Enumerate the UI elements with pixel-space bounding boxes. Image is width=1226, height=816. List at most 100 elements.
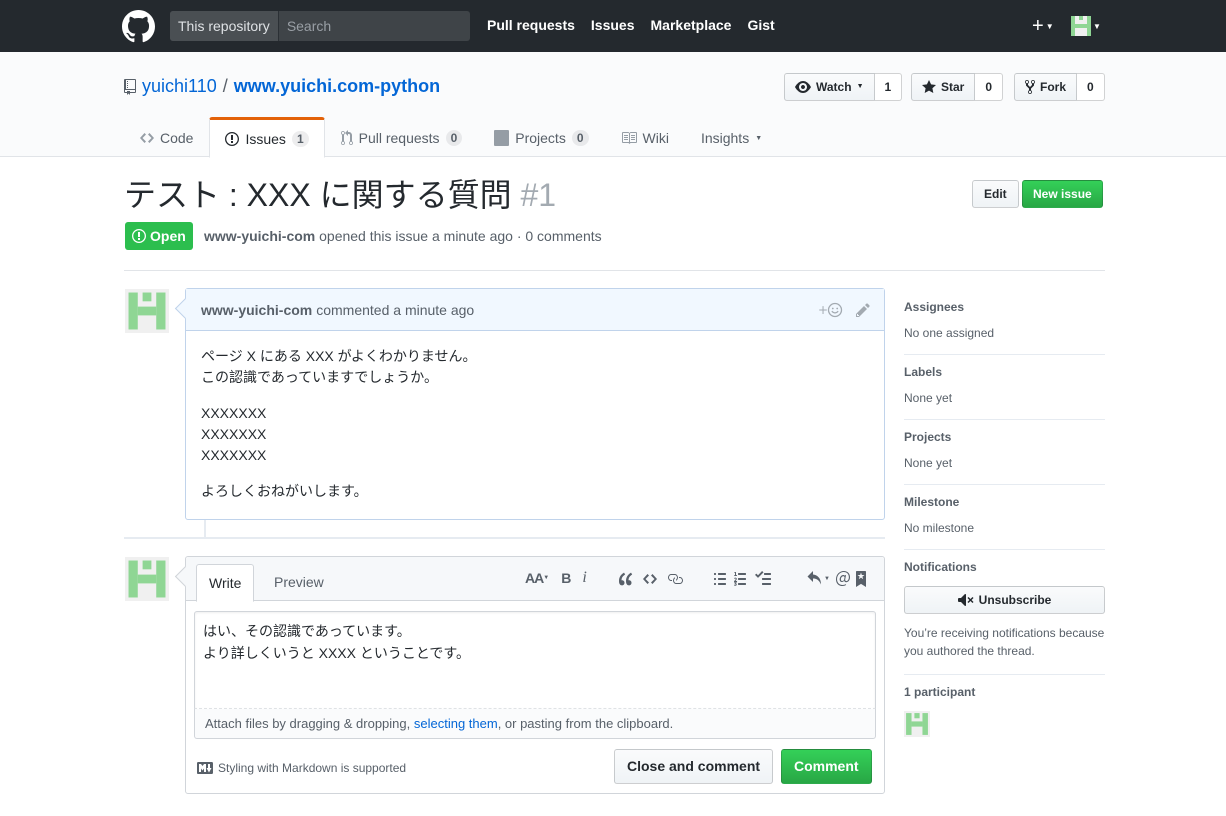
plus-icon: +: [1032, 15, 1044, 37]
reply-icon[interactable]: [806, 571, 822, 587]
comment-author-link[interactable]: www-yuichi-com: [201, 302, 312, 318]
notification-reason: You’re receiving notifications because y…: [904, 626, 1105, 658]
book-icon: [621, 132, 637, 144]
new-issue-button[interactable]: New issue: [1022, 180, 1103, 208]
fork-count[interactable]: 0: [1077, 73, 1105, 101]
star-group: Star 0: [911, 73, 1004, 101]
attach-text-suffix: , or pasting from the clipboard.: [497, 716, 674, 731]
sidebar-labels[interactable]: Labels None yet: [904, 355, 1105, 420]
eye-icon: [795, 81, 811, 93]
unsubscribe-button[interactable]: Unsubscribe: [904, 586, 1105, 614]
chevron-down-icon: ▼: [824, 576, 830, 582]
edit-button[interactable]: Edit: [972, 180, 1019, 208]
issue-opened-icon: [225, 131, 240, 146]
issue-comment: www-yuichi-com commented a minute ago + …: [185, 288, 885, 520]
mention-icon[interactable]: [835, 571, 850, 587]
comment-button[interactable]: Comment: [781, 749, 872, 784]
sidebar-heading: Notifications: [904, 560, 977, 574]
tab-write[interactable]: Write: [196, 564, 255, 602]
star-icon: [922, 80, 936, 93]
star-count[interactable]: 0: [975, 73, 1004, 101]
current-user-avatar[interactable]: [125, 557, 169, 601]
unsubscribe-label: Unsubscribe: [978, 593, 1052, 607]
watch-group: Watch ▼ 1: [784, 73, 903, 101]
toolbar-misc-group: ▼: [806, 571, 866, 587]
numbered-list-icon[interactable]: [734, 571, 747, 587]
sidebar-value: None yet: [904, 456, 953, 470]
markdown-help-text: Styling with Markdown is supported: [218, 761, 407, 775]
header-nav: Pull requests Issues Marketplace Gist: [487, 17, 775, 33]
participant-avatar[interactable]: [904, 711, 930, 737]
tab-insights[interactable]: Insights ▼: [685, 117, 778, 157]
quote-icon[interactable]: [619, 571, 633, 587]
svg-text:+: +: [818, 303, 828, 317]
repo-name-link[interactable]: www.yuichi.com-python: [234, 76, 440, 97]
nav-pull-requests[interactable]: Pull requests: [487, 17, 575, 33]
nav-marketplace[interactable]: Marketplace: [651, 17, 732, 33]
comment-paragraph: ページ X にある XXX がよくわかりません。 この認識であっていますでしょう…: [201, 348, 477, 385]
create-new-menu[interactable]: + ▼: [1032, 16, 1054, 37]
select-files-link[interactable]: selecting them: [414, 716, 498, 731]
markdown-icon: [197, 762, 213, 774]
nav-gist[interactable]: Gist: [747, 17, 774, 33]
repo-title: yuichi110 / www.yuichi.com-python: [124, 76, 440, 97]
search-input[interactable]: Search: [279, 11, 470, 41]
user-menu[interactable]: ▼: [1071, 16, 1101, 36]
tab-issues[interactable]: Issues 1: [209, 117, 325, 158]
bulleted-list-icon[interactable]: [714, 571, 726, 587]
sidebar-heading: Labels: [904, 365, 943, 379]
tab-insights-label: Insights: [700, 130, 750, 146]
header-text-button[interactable]: AA: [525, 570, 544, 586]
code-icon[interactable]: [643, 571, 657, 587]
bold-button[interactable]: B: [561, 570, 571, 586]
tab-preview[interactable]: Preview: [262, 564, 336, 601]
repo-tabs: Code Issues 1 Pull requests 0 Projects 0…: [124, 117, 778, 158]
pull-requests-count-badge: 0: [445, 130, 463, 146]
code-icon: [140, 133, 154, 143]
tab-wiki-label: Wiki: [642, 130, 669, 146]
sidebar-milestone[interactable]: Milestone No milestone: [904, 485, 1105, 550]
repo-header: yuichi110 / www.yuichi.com-python Watch …: [0, 52, 1226, 158]
issues-count-badge: 1: [291, 130, 309, 147]
close-and-comment-button[interactable]: Close and comment: [614, 749, 774, 784]
watch-count[interactable]: 1: [874, 73, 903, 101]
markdown-help[interactable]: Styling with Markdown is supported: [197, 761, 406, 775]
issue-sidebar: Assignees No one assigned Labels None ye…: [904, 290, 1105, 751]
attach-files-dropzone[interactable]: Attach files by dragging & dropping, sel…: [194, 709, 876, 739]
fork-button[interactable]: Fork: [1014, 73, 1078, 101]
github-logo-icon[interactable]: [122, 10, 155, 43]
commenter-avatar[interactable]: [125, 289, 169, 333]
tab-pull-requests-label: Pull requests: [358, 130, 440, 146]
tab-projects[interactable]: Projects 0: [478, 117, 604, 157]
sidebar-notifications: Notifications Unsubscribe You’re receivi…: [904, 550, 1105, 675]
comment-textarea[interactable]: はい、その認識であっています。 より詳しくいうと XXXX ということです。: [194, 611, 876, 709]
projects-count-badge: 0: [571, 130, 589, 146]
toolbar-insert-group: [619, 571, 683, 587]
repo-owner-link[interactable]: yuichi110: [142, 76, 217, 97]
issue-author-link[interactable]: www-yuichi-com: [204, 228, 315, 244]
star-button[interactable]: Star: [911, 73, 976, 101]
tab-pull-requests[interactable]: Pull requests 0: [325, 117, 479, 157]
comment-time[interactable]: commented a minute ago: [316, 302, 474, 318]
search-box[interactable]: This repository Search: [170, 11, 470, 41]
search-scope-label: This repository: [170, 11, 279, 41]
chevron-down-icon: ▼: [755, 134, 763, 142]
sidebar-participants: 1 participant: [904, 675, 1105, 751]
bookmark-icon[interactable]: [855, 571, 866, 587]
italic-button[interactable]: i: [582, 569, 586, 587]
task-list-icon[interactable]: [755, 571, 771, 587]
watch-button[interactable]: Watch ▼: [784, 73, 875, 101]
nav-issues[interactable]: Issues: [591, 17, 635, 33]
add-reaction-icon[interactable]: +: [818, 302, 844, 318]
pencil-icon[interactable]: [856, 302, 870, 318]
link-icon[interactable]: [667, 571, 683, 587]
sidebar-heading: Projects: [904, 430, 952, 444]
tab-code[interactable]: Code: [124, 117, 209, 157]
toolbar-text-group: AA ▼ B i: [525, 569, 587, 587]
issue-meta: www-yuichi-com opened this issue a minut…: [204, 228, 602, 244]
attach-text-prefix: Attach files by dragging & dropping,: [205, 716, 414, 731]
sidebar-projects[interactable]: Projects None yet: [904, 420, 1105, 485]
toolbar-list-group: [714, 571, 771, 587]
sidebar-assignees[interactable]: Assignees No one assigned: [904, 290, 1105, 355]
tab-wiki[interactable]: Wiki: [605, 117, 685, 157]
